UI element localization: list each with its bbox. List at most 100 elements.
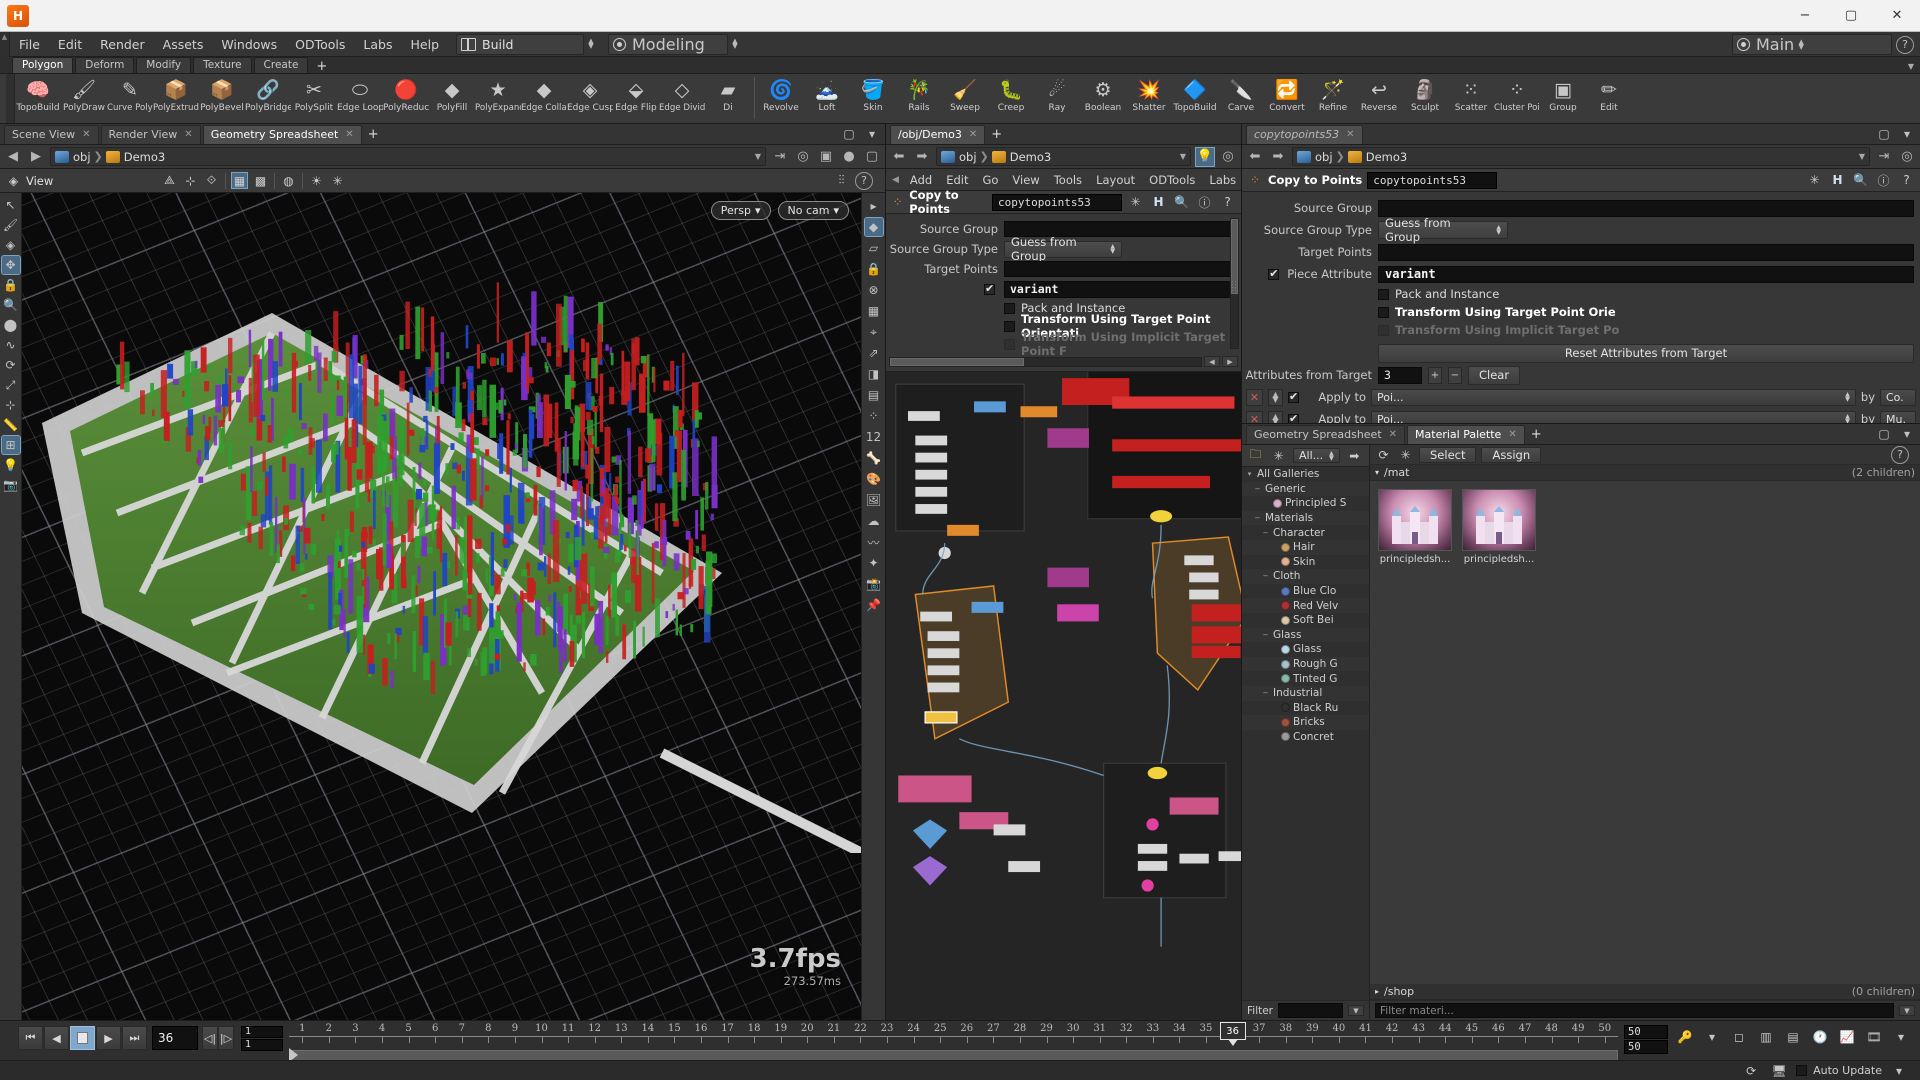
menu-odtools[interactable]: ODTools [286,32,354,57]
shelf-tool-curve-polygon[interactable]: ✎ Curve Polygon [107,74,153,113]
pane-menu-icon[interactable]: ▾ [1898,425,1916,443]
gallery-forward-icon[interactable]: ➡ [1346,447,1363,464]
timeline-menu-icon[interactable]: ▾ [1890,1027,1912,1047]
attributes-add-button[interactable]: + [1428,366,1442,384]
pin-icon[interactable]: ⇥ [771,148,789,166]
houdini-h-icon[interactable]: H [1829,172,1846,189]
material-filter-input[interactable]: Filter materi... [1375,1003,1894,1018]
gallery-tree-item[interactable]: − Character [1242,525,1369,540]
step-back-button[interactable]: ◁| [202,1026,218,1050]
material-context-shop[interactable]: ▸ /shop (0 children) [1370,984,1920,1000]
network-gallery-icon[interactable]: 💡 [1195,146,1215,167]
multiparm-move-icon[interactable]: ▲ ▼ [1268,410,1283,423]
nav-forward-icon[interactable]: ▶ [27,148,45,166]
multiparm-target-select-1[interactable]: Poi... ▲ ▼ [1371,388,1856,406]
shelf-tool-boolean[interactable]: ⚙ Boolean [1080,74,1126,113]
help-icon[interactable]: ? [1898,172,1915,189]
parm-menu-source-group-type[interactable]: Guess from Group ▲ ▼ [1004,235,1122,263]
uv-icon[interactable]: ▤ [865,386,883,404]
breadcrumb[interactable]: obj ❯ Demo3 ▼ [1292,147,1870,166]
measure-tool-icon[interactable]: 📏 [2,416,20,434]
scroll-right-icon[interactable]: ▶ [1222,356,1238,367]
pin-icon[interactable]: ⇥ [1875,148,1893,166]
menu-labs[interactable]: Labs [354,32,401,57]
gallery-tree-item[interactable]: − Materials [1242,510,1369,526]
close-icon[interactable]: ✕ [1508,429,1516,440]
snapshot-icon[interactable]: 📸 [865,575,883,593]
right-parm-node-name[interactable]: copytopoints53 [1367,171,1498,189]
shelf-tool-polybevel[interactable]: 📦 PolyBevel [199,74,245,113]
shelf-tool-edge-divide[interactable]: ◇ Edge Divide [659,74,705,113]
close-button[interactable]: ✕ [1874,0,1920,32]
houdini-h-icon[interactable]: H [1150,194,1167,211]
play-button[interactable]: ▶ [96,1026,121,1050]
shelf-tool-loft[interactable]: 🗻 Loft [804,74,850,113]
menu-file[interactable]: File [10,32,49,57]
displacement-icon[interactable]: 〰 [865,533,883,551]
sphere-display-icon[interactable]: ● [840,148,858,166]
tree-expander-icon[interactable]: − [1261,631,1270,639]
main-dropdown-icon[interactable]: ▲ ▼ [1794,34,1808,55]
grid-toggle-icon[interactable]: ▦ [865,302,883,320]
gallery-tree-item[interactable]: − Industrial [1242,685,1369,701]
menu-help[interactable]: Help [402,32,449,57]
stop-button[interactable] [70,1026,95,1050]
rparm-input-source-group[interactable] [1378,199,1914,217]
material-help-icon[interactable]: ? [1891,445,1909,464]
gallery-tree-item[interactable]: Blue Clo [1242,584,1369,599]
camera-tool-icon[interactable]: 📷 [2,476,20,494]
settings-gear-icon[interactable]: ✳ [330,173,345,188]
menu-scroll-left-icon[interactable]: ◀ [888,175,903,185]
shelf-tool-topobuild[interactable]: 🔷 TopoBuild [1172,74,1218,113]
assign-button[interactable]: Assign [1481,446,1542,463]
select-arrow-icon[interactable]: ↖ [2,196,20,214]
display-flat-icon[interactable]: ▦ [231,172,248,189]
new-folder-icon[interactable]: 🗀 [1247,447,1264,464]
parm-horizontal-scrollbar[interactable] [889,356,1202,367]
shelf-tab-texture[interactable]: Texture [193,57,252,73]
breadcrumb-demo3[interactable]: Demo3 [991,150,1051,164]
shelf-tool-polyfill[interactable]: ◆ PolyFill [429,74,475,113]
viewmode-dropdown-icon[interactable]: ▲ ▼ [728,34,742,55]
keyframe-icon[interactable]: 🔑 [1674,1027,1696,1047]
gear-icon[interactable]: ✳ [1397,446,1414,463]
rparm-checkbox-pack-and-instance[interactable] [1378,288,1389,300]
shelf-overflow-icon[interactable]: ▼ [1908,62,1914,71]
shelf-tool-sweep[interactable]: 🧹 Sweep [942,74,988,113]
menu-grip[interactable]: ▲ [0,31,10,57]
shelf-tool-polysplit[interactable]: ✂ PolySplit [291,74,337,113]
light-tool-icon[interactable]: 💡 [2,456,20,474]
pane-maximize-icon[interactable]: ▢ [1875,425,1893,443]
breadcrumb[interactable]: obj ❯ Demo3 ▼ [50,147,766,166]
camera-badge[interactable]: No cam ▾ [777,201,849,220]
shelf-tool-rails[interactable]: 🎋 Rails [896,74,942,113]
breadcrumb-demo3[interactable]: Demo3 [1347,150,1407,164]
shelf-tool-carve[interactable]: 🔪 Carve [1218,74,1264,113]
material-swatch-1[interactable]: principledsh... [1378,489,1452,565]
paint-icon[interactable]: 🖌 [2,216,20,234]
shelf-tool-polybridge[interactable]: 🔗 PolyBridge [245,74,291,113]
move-tool-icon[interactable]: ✥ [0,255,21,275]
gear-icon[interactable]: ✳ [1127,194,1144,211]
search-icon[interactable]: 🔍 [1852,172,1869,189]
shelf-tool-scatter[interactable]: ⁙ Scatter [1448,74,1494,113]
shelf-tab-modify[interactable]: Modify [136,57,192,73]
help-icon[interactable]: ? [1896,35,1914,54]
rotate-tool-icon[interactable]: ⟳ [2,356,20,374]
menu-windows[interactable]: Windows [212,32,286,57]
tab-copytopoints53[interactable]: copytopoints53 ✕ [1246,124,1363,144]
auto-key-icon[interactable]: ◻ [1728,1027,1750,1047]
tree-expander-icon[interactable]: ▾ [1245,470,1254,478]
shelf-tool-edge-divide-more[interactable]: ▰ Di [705,74,751,113]
motion-icon[interactable]: 🎞 [1863,1027,1885,1047]
snap-tool-icon[interactable]: ⊞ [0,435,21,455]
nav-back-icon[interactable]: ⬅ [1246,148,1264,166]
display-shaded-icon[interactable]: ▩ [253,173,268,188]
step-forward-button[interactable]: |▷ [218,1026,234,1050]
menu-assets[interactable]: Assets [154,32,213,57]
parm-resize-grip[interactable] [1231,279,1238,292]
shelf-tab-create[interactable]: Create [253,57,309,73]
rparm-checkbox-transform-target-orientation[interactable] [1378,306,1389,318]
target-icon[interactable]: ◎ [1898,148,1916,166]
breadcrumb-dropdown-icon[interactable]: ▼ [1180,152,1186,161]
